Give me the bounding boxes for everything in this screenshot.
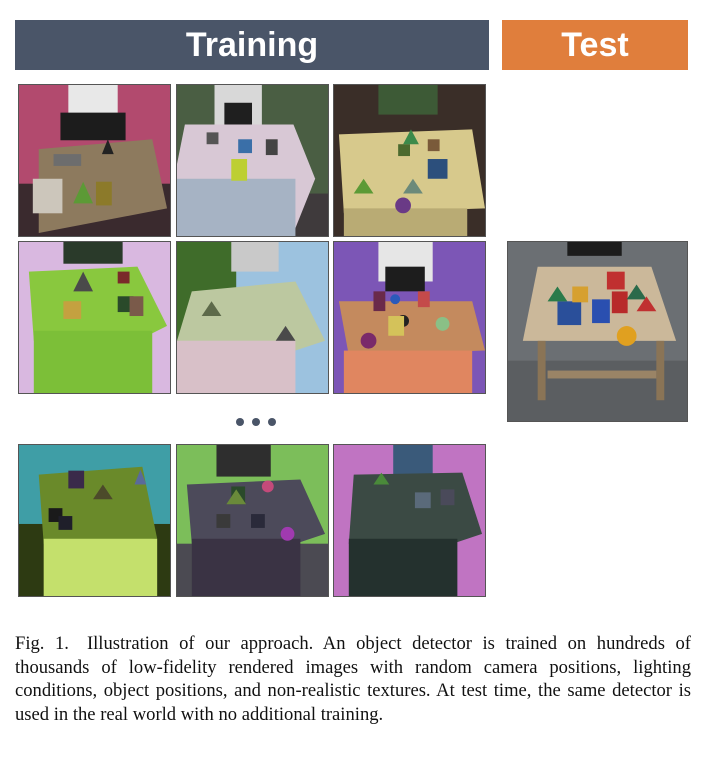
- training-image-r2c2: [176, 241, 329, 394]
- training-image-r1c3: [333, 84, 486, 237]
- test-banner: Test: [502, 20, 688, 70]
- training-image-r3c1: [18, 444, 171, 597]
- training-banner: Training: [15, 20, 489, 70]
- figure-label: Fig. 1.: [15, 633, 69, 654]
- training-image-r2c3: [333, 241, 486, 394]
- training-image-r3c2: [176, 444, 329, 597]
- training-image-r1c1: [18, 84, 171, 237]
- ellipsis-dots: [236, 418, 276, 426]
- figure-caption: Fig. 1. Illustration of our approach. An …: [15, 632, 691, 726]
- training-image-r3c3: [333, 444, 486, 597]
- training-image-r2c1: [18, 241, 171, 394]
- training-label: Training: [185, 25, 319, 64]
- caption-text: Illustration of our approach. An object …: [15, 633, 691, 725]
- training-image-r1c2: [176, 84, 329, 237]
- test-image: [507, 241, 688, 422]
- test-label: Test: [561, 25, 629, 64]
